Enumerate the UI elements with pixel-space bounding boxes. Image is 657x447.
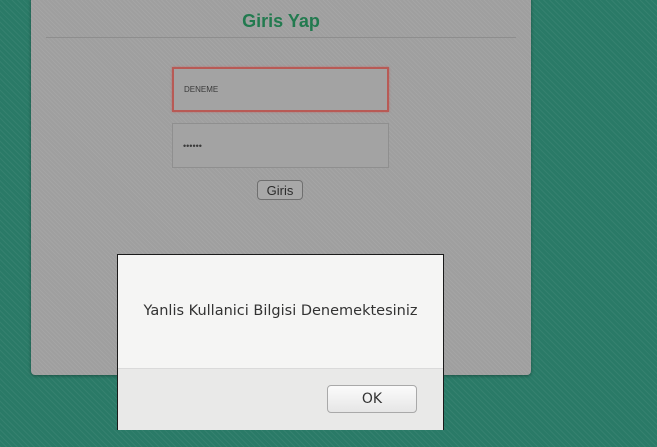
alert-footer: OK bbox=[118, 368, 443, 430]
alert-dialog: Yanlis Kullanici Bilgisi Denemektesiniz … bbox=[117, 254, 444, 430]
password-input[interactable] bbox=[172, 123, 389, 168]
login-button[interactable]: Giris bbox=[257, 180, 303, 200]
username-input[interactable] bbox=[172, 67, 389, 112]
alert-body: Yanlis Kullanici Bilgisi Denemektesiniz bbox=[118, 255, 443, 368]
login-title: Giris Yap bbox=[242, 11, 320, 31]
alert-message: Yanlis Kullanici Bilgisi Denemektesiniz bbox=[143, 303, 418, 319]
ok-button[interactable]: OK bbox=[327, 385, 417, 413]
title-divider bbox=[46, 37, 516, 38]
